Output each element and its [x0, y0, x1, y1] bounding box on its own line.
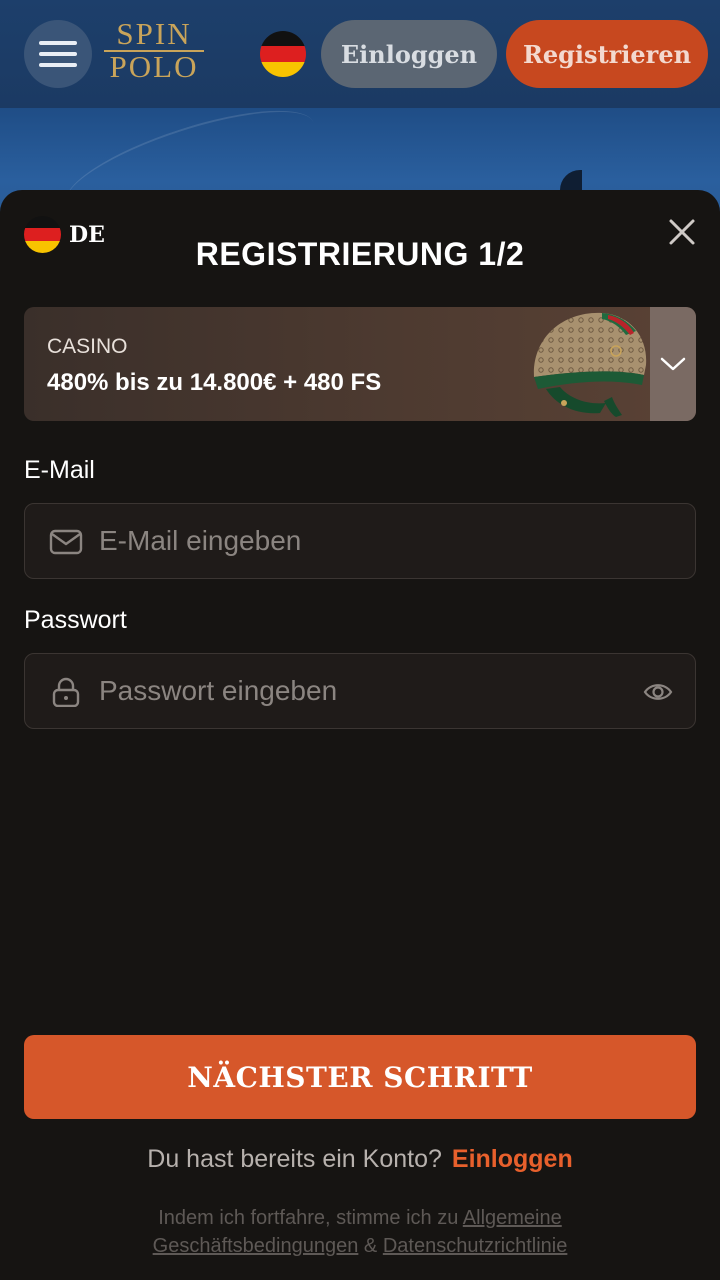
mail-icon	[49, 529, 83, 555]
email-input[interactable]	[99, 504, 639, 577]
register-button[interactable]: Registrieren	[506, 20, 708, 88]
login-prompt-text: Du hast bereits ein Konto?	[147, 1145, 442, 1173]
login-button[interactable]: Einloggen	[321, 20, 497, 88]
eye-icon[interactable]	[643, 678, 673, 706]
bonus-type: CASINO	[47, 335, 128, 358]
page: SPIN POLO Einloggen Registrieren DE REGI…	[0, 0, 720, 1280]
logo[interactable]: SPIN POLO	[104, 18, 204, 86]
menu-button[interactable]	[24, 20, 92, 88]
login-prompt: Du hast bereits ein Konto? Einloggen	[0, 1145, 720, 1174]
terms-notice: Indem ich fortfahre, stimme ich zu Allge…	[60, 1204, 660, 1260]
password-label: Passwort	[24, 606, 127, 634]
chevron-down-icon	[660, 357, 686, 371]
privacy-link[interactable]: Datenschutzrichtlinie	[383, 1235, 568, 1257]
next-step-button[interactable]: NÄCHSTER SCHRITT	[24, 1035, 696, 1119]
login-link[interactable]: Einloggen	[452, 1145, 573, 1173]
password-input[interactable]	[99, 654, 639, 727]
registration-modal: DE REGISTRIERUNG 1/2 CASINO 480% bis zu …	[0, 190, 720, 1280]
polo-helmet-image	[533, 312, 647, 417]
germany-flag-icon	[260, 31, 306, 77]
menu-icon-bar	[39, 41, 77, 45]
password-field-box[interactable]	[24, 653, 696, 729]
bonus-selector[interactable]: CASINO 480% bis zu 14.800€ + 480 FS	[24, 307, 696, 421]
bonus-expand-button[interactable]	[650, 307, 696, 421]
terms-and: &	[363, 1235, 378, 1257]
language-flag-button[interactable]	[260, 31, 306, 77]
email-label: E-Mail	[24, 456, 95, 484]
modal-title: REGISTRIERUNG 1/2	[195, 236, 525, 272]
logo-line-2: POLO	[109, 49, 199, 84]
email-field-box[interactable]	[24, 503, 696, 579]
terms-prefix: Indem ich fortfahre, stimme ich zu	[158, 1207, 459, 1229]
menu-icon-bar	[39, 52, 77, 56]
menu-icon-bar	[39, 63, 77, 67]
bonus-offer: 480% bis zu 14.800€ + 480 FS	[47, 369, 382, 396]
lock-icon	[52, 677, 80, 707]
logo-line-1: SPIN	[104, 18, 204, 52]
top-bar: SPIN POLO Einloggen Registrieren	[0, 0, 720, 108]
